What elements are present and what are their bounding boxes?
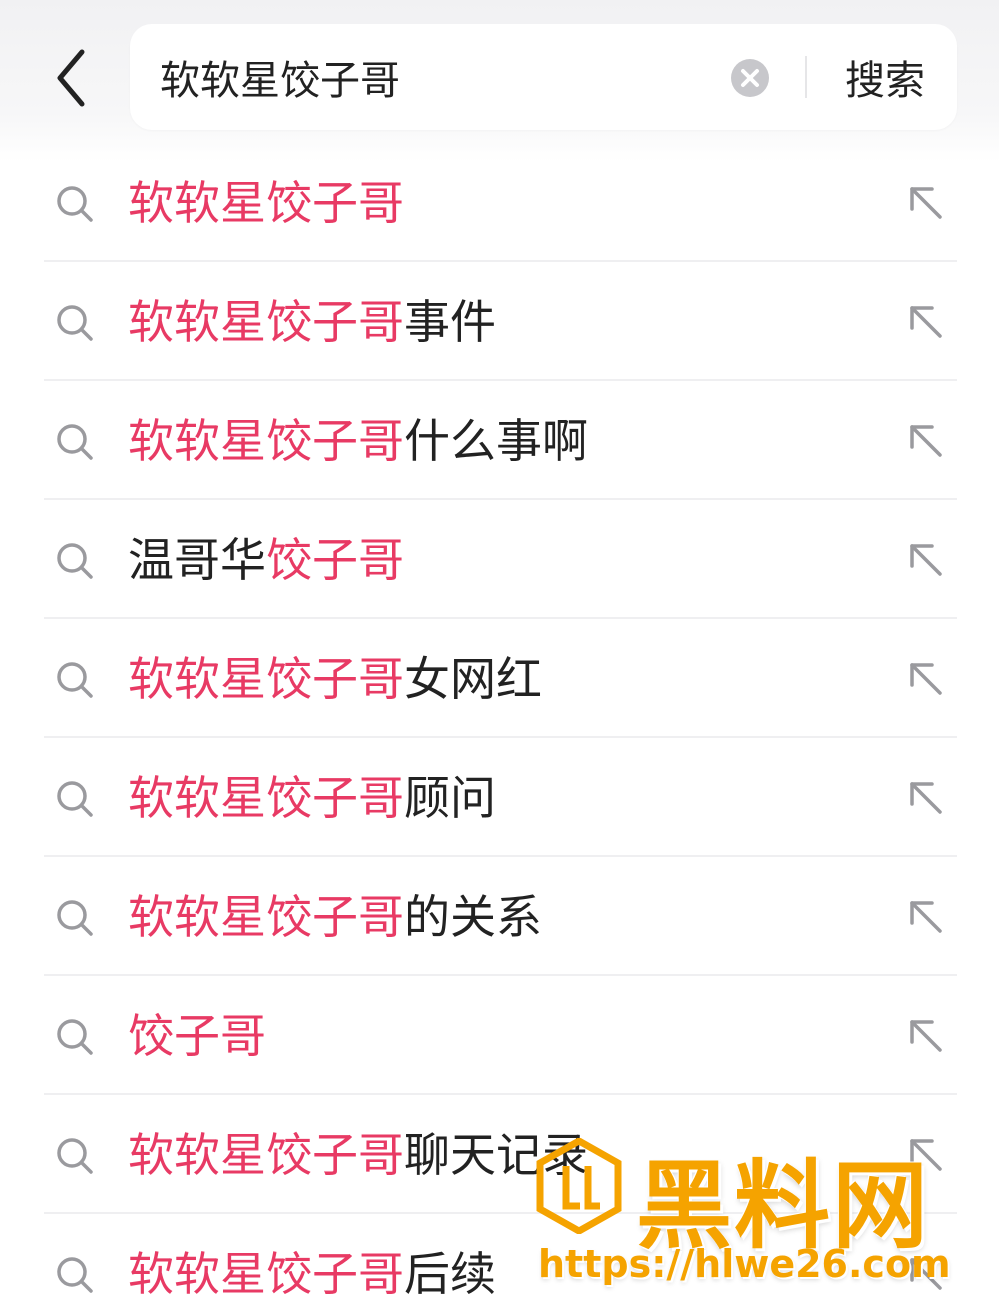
arrow-up-left-icon[interactable]	[906, 421, 946, 461]
clear-circle-icon[interactable]	[730, 58, 770, 98]
search-header: 搜索	[0, 0, 999, 162]
arrow-up-left-icon[interactable]	[906, 897, 946, 937]
search-icon	[57, 1257, 93, 1293]
suggestion-rest: 女网红	[404, 652, 542, 706]
suggestion-item[interactable]: 软软星饺子哥聊天记录	[0, 1095, 999, 1214]
suggestion-text: 软软星饺子哥的关系	[128, 889, 542, 945]
suggestion-text: 软软星饺子哥	[128, 175, 404, 231]
suggestion-rest: 的关系	[404, 890, 542, 944]
search-suggestion-page: 搜索 软软星饺子哥软软星饺子哥事件软软星饺子哥什么事啊温哥华饺子哥软软星饺子哥女…	[0, 0, 999, 1299]
suggestion-rest: 事件	[404, 295, 496, 349]
suggestion-highlight: 软软星饺子哥	[128, 1247, 404, 1299]
suggestion-rest: 温哥华	[128, 533, 266, 587]
suggestion-item[interactable]: 饺子哥	[0, 976, 999, 1095]
suggestion-rest: 聊天记录	[404, 1128, 588, 1182]
arrow-up-left-icon[interactable]	[906, 1016, 946, 1056]
suggestion-text: 软软星饺子哥什么事啊	[128, 413, 588, 469]
suggestion-text: 软软星饺子哥聊天记录	[128, 1127, 588, 1183]
suggestion-highlight: 软软星饺子哥	[128, 771, 404, 825]
suggestion-item[interactable]: 软软星饺子哥后续	[0, 1214, 999, 1299]
suggestion-text: 饺子哥	[128, 1008, 266, 1064]
search-icon	[57, 1019, 93, 1055]
suggestion-item[interactable]: 软软星饺子哥顾问	[0, 738, 999, 857]
suggestion-item[interactable]: 软软星饺子哥女网红	[0, 619, 999, 738]
search-icon	[57, 900, 93, 936]
arrow-up-left-icon[interactable]	[906, 659, 946, 699]
suggestion-highlight: 饺子哥	[266, 533, 404, 587]
search-icon	[57, 662, 93, 698]
search-divider	[805, 56, 807, 98]
arrow-up-left-icon[interactable]	[906, 183, 946, 223]
suggestion-text: 软软星饺子哥后续	[128, 1246, 496, 1299]
suggestion-highlight: 饺子哥	[128, 1009, 266, 1063]
arrow-up-left-icon[interactable]	[906, 1135, 946, 1175]
search-icon	[57, 305, 93, 341]
search-input[interactable]	[160, 44, 720, 110]
suggestion-highlight: 软软星饺子哥	[128, 176, 404, 230]
search-icon	[57, 424, 93, 460]
suggestion-highlight: 软软星饺子哥	[128, 414, 404, 468]
search-icon	[57, 1138, 93, 1174]
suggestion-item[interactable]: 软软星饺子哥	[0, 143, 999, 262]
suggestion-item[interactable]: 软软星饺子哥的关系	[0, 857, 999, 976]
arrow-up-left-icon[interactable]	[906, 778, 946, 818]
suggestion-rest: 顾问	[404, 771, 496, 825]
suggestion-list: 软软星饺子哥 软软星饺子哥事件 软软星饺子哥什么事啊 温哥华饺子哥 软软星饺子哥女网红软…	[0, 143, 999, 1299]
search-icon	[57, 186, 93, 222]
suggestion-text: 软软星饺子哥顾问	[128, 770, 496, 826]
suggestion-text: 软软星饺子哥事件	[128, 294, 496, 350]
search-icon	[57, 781, 93, 817]
suggestion-item[interactable]: 软软星饺子哥事件	[0, 262, 999, 381]
arrow-up-left-icon[interactable]	[906, 302, 946, 342]
arrow-up-left-icon[interactable]	[906, 540, 946, 580]
suggestion-highlight: 软软星饺子哥	[128, 1128, 404, 1182]
arrow-up-left-icon[interactable]	[906, 1254, 946, 1294]
suggestion-highlight: 软软星饺子哥	[128, 295, 404, 349]
suggestion-rest: 什么事啊	[404, 414, 588, 468]
suggestion-item[interactable]: 温哥华饺子哥	[0, 500, 999, 619]
suggestion-highlight: 软软星饺子哥	[128, 890, 404, 944]
search-button[interactable]: 搜索	[830, 42, 940, 112]
chevron-left-icon	[57, 49, 85, 107]
suggestion-item[interactable]: 软软星饺子哥什么事啊	[0, 381, 999, 500]
suggestion-rest: 后续	[404, 1247, 496, 1299]
back-button[interactable]	[40, 38, 104, 118]
suggestion-text: 软软星饺子哥女网红	[128, 651, 542, 707]
suggestion-text: 温哥华饺子哥	[128, 532, 404, 588]
search-box: 搜索	[130, 24, 957, 130]
search-icon	[57, 543, 93, 579]
suggestion-highlight: 软软星饺子哥	[128, 652, 404, 706]
